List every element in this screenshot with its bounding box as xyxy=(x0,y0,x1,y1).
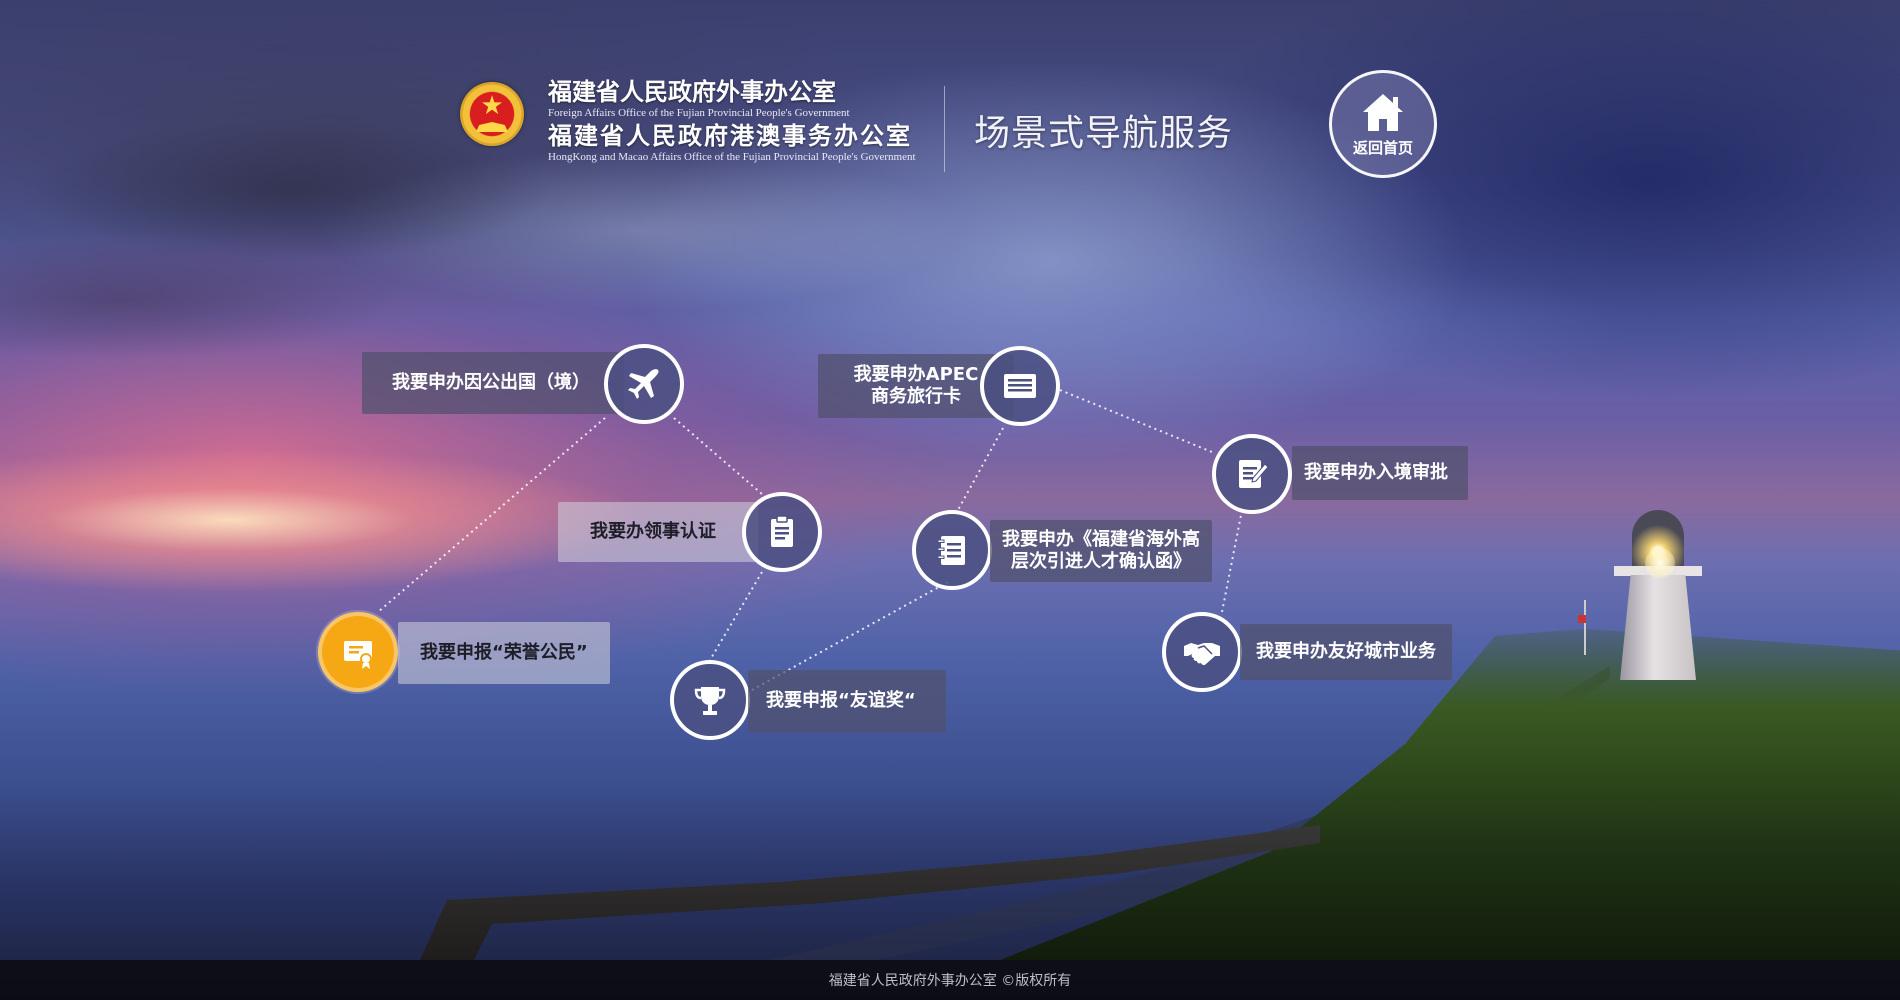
clipboard-icon xyxy=(771,515,793,547)
nav-consular-label[interactable]: 我要办领事认证 xyxy=(558,502,758,562)
nav-consular-button[interactable] xyxy=(742,492,822,572)
nav-entry-approval-text: 我要申办入境审批 xyxy=(1304,462,1448,483)
airplane-icon xyxy=(628,369,659,399)
nav-talent-text-1: 我要申办《福建省海外高 xyxy=(1002,529,1200,550)
nav-entry-approval-button[interactable] xyxy=(1212,434,1292,514)
nav-friendship-award-button[interactable] xyxy=(670,660,750,740)
nav-friendly-city-button[interactable] xyxy=(1162,612,1242,692)
nav-honor-citizen-text: 我要申报“荣誉公民” xyxy=(420,642,588,663)
nav-friendship-award-label[interactable]: 我要申报“友谊奖“ xyxy=(748,670,946,732)
nav-talent-button[interactable] xyxy=(912,510,992,590)
nav-go-abroad-label[interactable]: 我要申办因公出国（境） xyxy=(362,352,624,414)
nav-talent-text-2: 层次引进人才确认函》 xyxy=(1011,551,1191,572)
nav-go-abroad-text: 我要申办因公出国（境） xyxy=(392,372,590,393)
handshake-icon xyxy=(1184,643,1220,666)
nav-friendly-city-label[interactable]: 我要申办友好城市业务 xyxy=(1240,624,1452,680)
document-pen-icon xyxy=(1239,460,1269,488)
copyright-text: 福建省人民政府外事办公室 ©版权所有 xyxy=(828,973,1072,989)
nav-go-abroad-button[interactable] xyxy=(604,344,684,424)
nav-honor-citizen-button[interactable] xyxy=(318,612,398,692)
nav-friendship-award-text: 我要申报“友谊奖“ xyxy=(766,690,916,711)
nav-entry-approval-label[interactable]: 我要申办入境审批 xyxy=(1292,446,1468,500)
card-icon xyxy=(1004,374,1036,398)
nav-friendly-city-text: 我要申办友好城市业务 xyxy=(1256,641,1436,662)
nav-talent-label[interactable]: 我要申办《福建省海外高 层次引进人才确认函》 xyxy=(990,520,1212,582)
certificate-icon xyxy=(344,641,372,669)
connector-lines xyxy=(377,389,1243,691)
nav-apec-text-2: 商务旅行卡 xyxy=(871,386,961,407)
trophy-icon xyxy=(694,687,726,715)
notebook-icon xyxy=(937,536,965,565)
footer: 福建省人民政府外事办公室 ©版权所有 xyxy=(0,960,1900,1000)
nav-apec-button[interactable] xyxy=(980,346,1060,426)
nav-consular-text: 我要办领事认证 xyxy=(590,521,716,542)
nav-apec-text-1: 我要申办APEC xyxy=(853,364,979,385)
nav-honor-citizen-label[interactable]: 我要申报“荣誉公民” xyxy=(398,622,610,684)
